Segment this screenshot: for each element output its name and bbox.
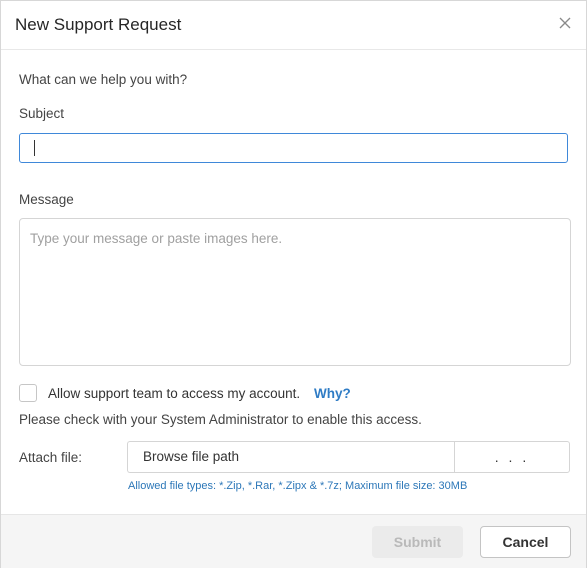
allow-access-checkbox[interactable]	[19, 384, 37, 402]
subject-input[interactable]	[19, 133, 568, 163]
message-label: Message	[19, 192, 74, 207]
help-text: What can we help you with?	[19, 72, 188, 87]
allow-access-label: Allow support team to access my account.	[48, 386, 301, 401]
admin-note: Please check with your System Administra…	[19, 412, 422, 427]
dialog-title: New Support Request	[15, 15, 182, 34]
dialog-header: New Support Request	[1, 1, 586, 50]
cancel-button[interactable]: Cancel	[480, 526, 571, 558]
dialog-footer: Submit Cancel	[1, 514, 586, 568]
close-icon[interactable]	[558, 16, 574, 32]
support-request-dialog: New Support Request What can we help you…	[0, 0, 587, 568]
browse-button[interactable]: . . .	[454, 441, 570, 473]
file-path-field[interactable]: Browse file path	[127, 441, 455, 473]
attach-file-label: Attach file:	[19, 450, 83, 465]
file-types-hint: Allowed file types: *.Zip, *.Rar, *.Zipx…	[128, 480, 468, 492]
subject-label: Subject	[19, 106, 65, 121]
why-link[interactable]: Why?	[314, 386, 351, 401]
message-textarea[interactable]	[19, 218, 571, 366]
text-cursor	[34, 140, 35, 156]
submit-button[interactable]: Submit	[372, 526, 463, 558]
